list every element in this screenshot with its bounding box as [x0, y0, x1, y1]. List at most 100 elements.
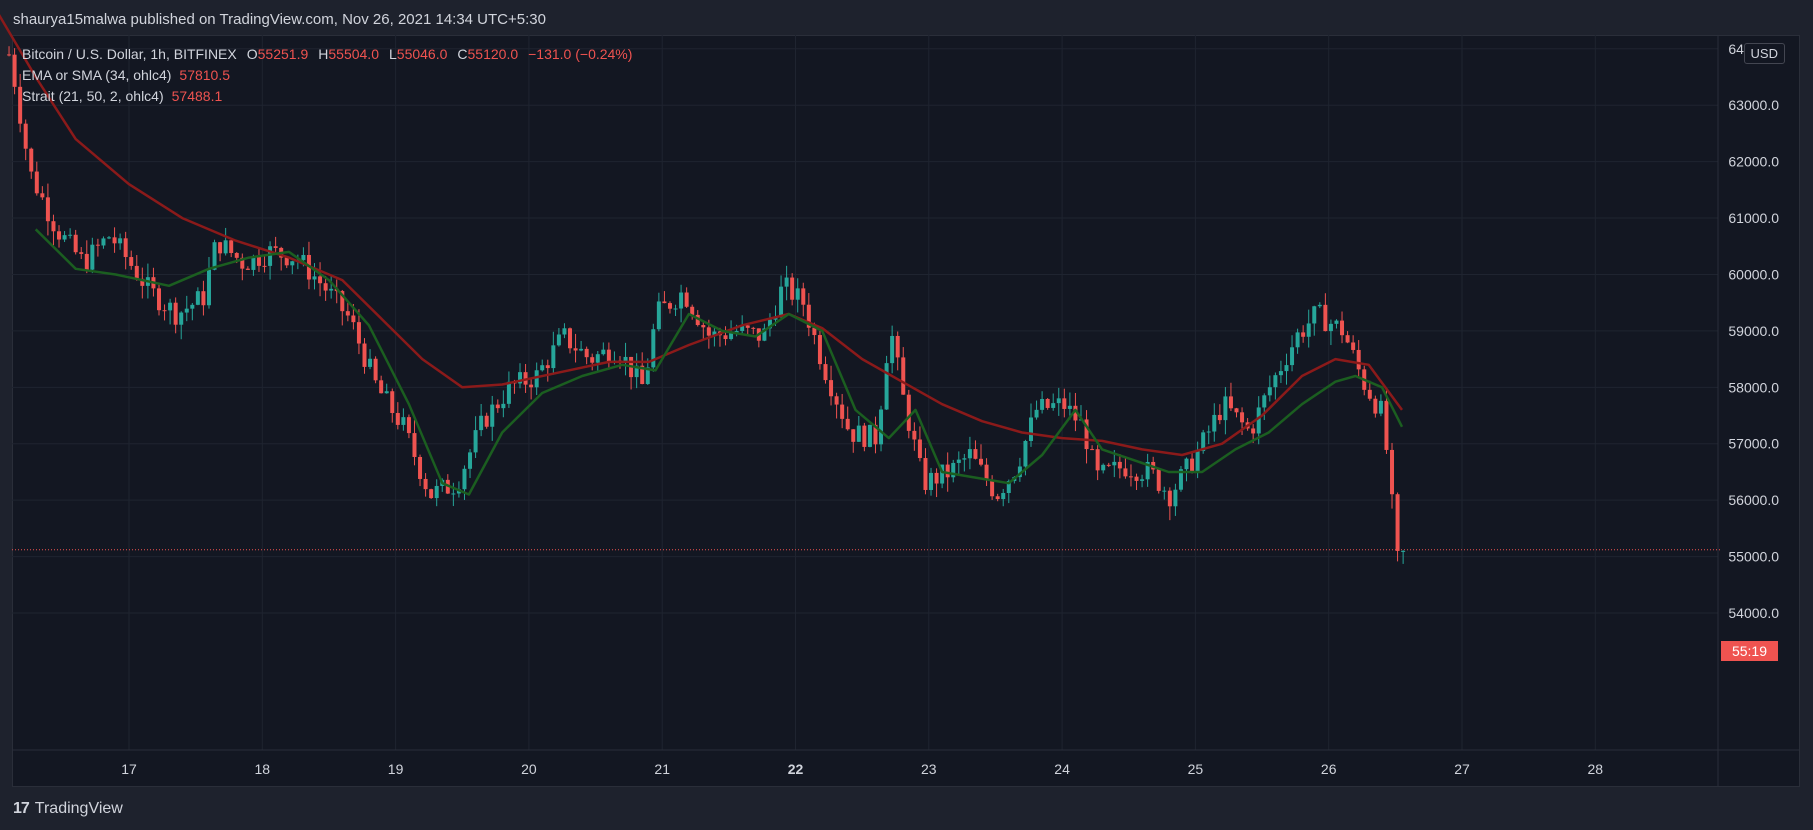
candle-body — [912, 430, 917, 440]
y-tick-label: 61000.0 — [1728, 210, 1779, 226]
candle-body — [551, 345, 556, 369]
currency-button[interactable]: USD — [1743, 43, 1785, 64]
candle-body — [1267, 387, 1272, 396]
candle-body — [862, 425, 867, 447]
candle-body — [679, 292, 684, 309]
candle-body — [673, 308, 678, 310]
change-value: −131.0 (−0.24%) — [528, 46, 633, 62]
candle-body — [7, 54, 12, 56]
candle-body — [1378, 400, 1383, 414]
candle-body — [1251, 428, 1256, 434]
candle-body — [545, 365, 550, 369]
candle-body — [273, 246, 278, 248]
symbol-name[interactable]: Bitcoin / U.S. Dollar, 1h, BITFINEX — [22, 44, 237, 65]
candle-body — [195, 291, 200, 305]
brand-name[interactable]: TradingView — [35, 800, 123, 818]
x-tick-label: 26 — [1321, 761, 1337, 777]
candle-body — [906, 394, 911, 431]
indicator-row-strait[interactable]: Strait (21, 50, 2, ohlc4) 57488.1 — [22, 86, 632, 107]
candle-body — [229, 240, 234, 253]
candle-body — [590, 357, 595, 363]
price-chart[interactable]: 54000.0 55000.0 56000.0 57000.0 58000.0 59000… — [0, 0, 1813, 830]
candle-body — [817, 335, 822, 365]
candle-body — [1228, 396, 1233, 409]
candle-body — [101, 238, 106, 246]
y-tick-label: 56000.0 — [1728, 492, 1779, 508]
candle-body — [823, 364, 828, 381]
candle-body — [917, 439, 922, 459]
candle-body — [473, 430, 478, 453]
candle-body — [1101, 464, 1106, 471]
candle-body — [534, 370, 539, 388]
candle-body — [218, 242, 223, 254]
candle-body — [312, 276, 317, 280]
high-value: 55504.0 — [328, 46, 379, 62]
time-axis: 17 18 19 20 21 22 23 24 25 26 27 28 — [121, 761, 1603, 777]
x-tick-label: 19 — [388, 761, 404, 777]
candle-body — [384, 391, 389, 394]
candle-body — [923, 458, 928, 490]
candle-body — [1067, 405, 1072, 409]
candle-body — [995, 496, 1000, 500]
candle-body — [979, 458, 984, 465]
x-tick-label: 20 — [521, 761, 537, 777]
candle-body — [884, 363, 889, 410]
candle-body — [12, 54, 17, 87]
candle-body — [929, 472, 934, 490]
candle-body — [90, 244, 95, 270]
indicator-row-ema[interactable]: EMA or SMA (34, ohlc4) 57810.5 — [22, 65, 632, 86]
candle-body — [784, 277, 789, 287]
candle-body — [95, 244, 100, 246]
countdown-badge: 55:19 — [1721, 641, 1778, 661]
x-tick-label: 28 — [1588, 761, 1604, 777]
candle-body — [379, 380, 384, 394]
candle-body — [1112, 461, 1117, 466]
candle-body — [895, 335, 900, 358]
candle-body — [1262, 395, 1267, 408]
candle-body — [84, 253, 89, 270]
candle-body — [434, 485, 439, 499]
candle-body — [79, 252, 84, 254]
candle-body — [845, 418, 850, 430]
candle-body — [245, 268, 250, 270]
candle-body — [57, 231, 62, 240]
candle-body — [323, 283, 328, 291]
candle-body — [190, 304, 195, 309]
x-tick-label: 23 — [921, 761, 937, 777]
candle-body — [795, 288, 800, 300]
candle-body — [1056, 398, 1061, 404]
candle-body — [40, 193, 45, 198]
candle-body — [423, 478, 428, 490]
candle-body — [779, 286, 784, 317]
candle-body — [1395, 494, 1400, 551]
price-axis: 54000.0 55000.0 56000.0 57000.0 58000.0 59000… — [1728, 0, 1779, 621]
candle-body — [1034, 409, 1039, 418]
candle-body — [351, 315, 356, 323]
candle-body — [29, 148, 34, 172]
candle-body — [179, 312, 184, 325]
candle-body — [973, 449, 978, 459]
candle-body — [867, 424, 872, 447]
candle-body — [1317, 304, 1322, 307]
candle-body — [840, 404, 845, 419]
candle-body — [62, 235, 67, 240]
candle-body — [579, 348, 584, 351]
candle-body — [262, 265, 267, 267]
candle-body — [879, 409, 884, 445]
candle-body — [51, 221, 56, 232]
x-tick-label: 25 — [1188, 761, 1204, 777]
y-tick-label: 59000.0 — [1728, 323, 1779, 339]
candle-body — [395, 412, 400, 425]
candle-body — [1312, 306, 1317, 324]
candle-body — [1040, 398, 1045, 410]
candle-body — [851, 429, 856, 442]
y-tick-label: 63000.0 — [1728, 97, 1779, 113]
candle-body — [1290, 347, 1295, 366]
y-tick-label: 58000.0 — [1728, 379, 1779, 395]
candle-body — [362, 343, 367, 367]
tradingview-logo-icon[interactable]: 17 — [13, 800, 30, 818]
candle-body — [901, 357, 906, 395]
candle-body — [751, 327, 756, 329]
chart-legend: Bitcoin / U.S. Dollar, 1h, BITFINEX O552… — [22, 44, 632, 107]
candle-body — [556, 334, 561, 346]
